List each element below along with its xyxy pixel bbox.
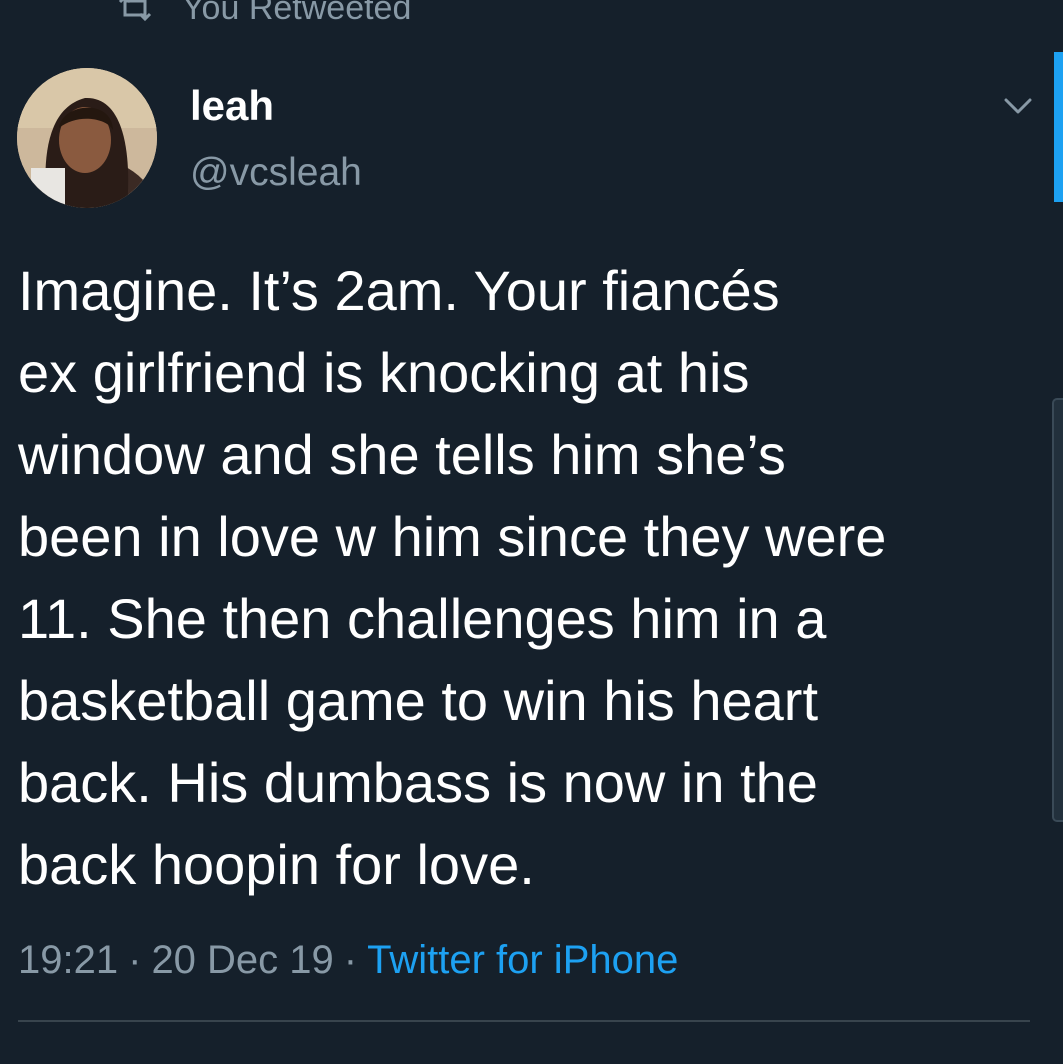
tweet-text: Imagine. It’s 2am. Your fiancés ex girlf… — [18, 259, 887, 896]
tweet-date: 20 Dec 19 — [151, 938, 334, 982]
tweet-time: 19:21 — [18, 938, 119, 982]
scrollbar-indicator — [1054, 52, 1063, 202]
retweet-icon — [118, 0, 152, 23]
chevron-down-icon[interactable] — [1000, 92, 1036, 120]
avatar[interactable] — [17, 68, 157, 208]
retweet-label: You Retweeted — [182, 0, 412, 27]
tweet-meta: 19:21 · 20 Dec 19 · Twitter for iPhone — [18, 934, 678, 986]
author-display-name[interactable]: leah — [190, 80, 274, 132]
meta-separator: · — [343, 938, 358, 982]
meta-separator: · — [128, 938, 142, 982]
divider — [18, 1020, 1030, 1022]
tweet-source-link[interactable]: Twitter for iPhone — [367, 934, 678, 986]
retweet-banner: You Retweeted — [118, 0, 411, 30]
scrollbar-thumb[interactable] — [1052, 398, 1063, 822]
author-handle[interactable]: @vcsleah — [190, 148, 362, 198]
